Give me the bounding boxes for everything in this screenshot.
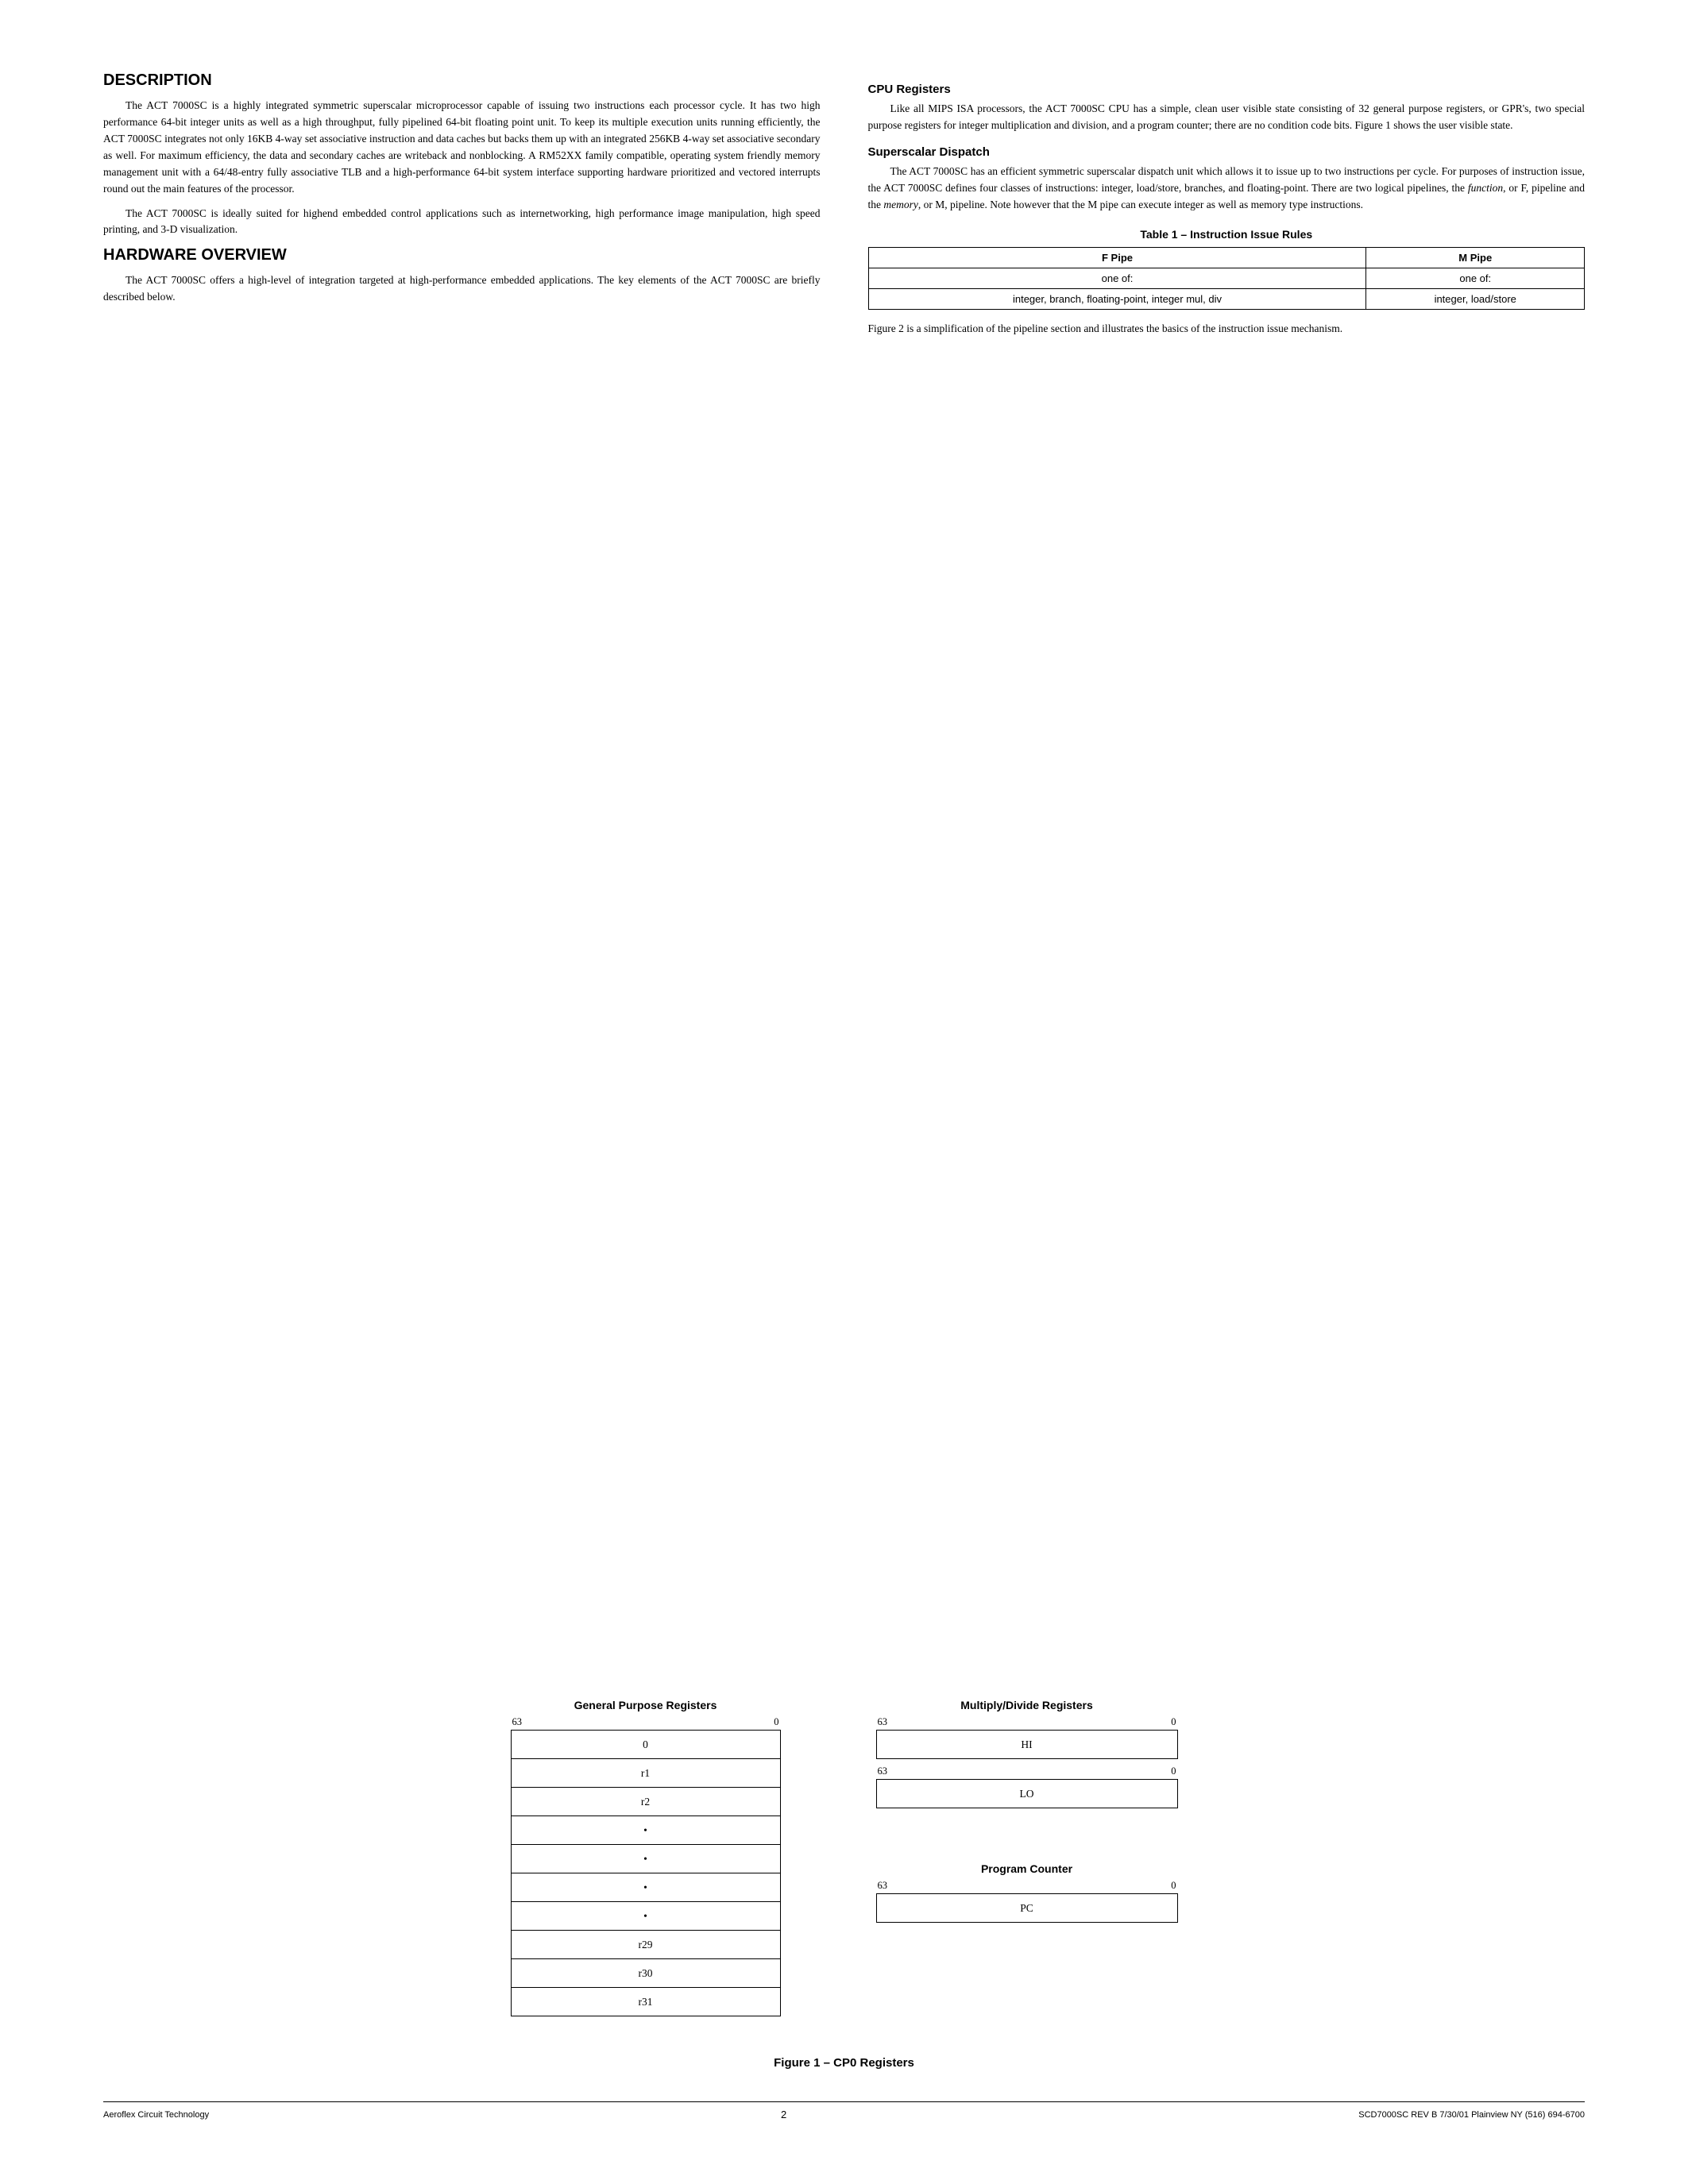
gpr-reg-0: 0 [511, 1731, 780, 1759]
table-row: HI [876, 1731, 1177, 1759]
lo-table: LO [876, 1779, 1178, 1808]
table-row: 0 [511, 1731, 780, 1759]
hi-bit-high: 63 [878, 1716, 888, 1728]
gpr-bit-labels: 63 0 [511, 1716, 781, 1728]
figure-caption: Figure 1 – CP0 Registers [774, 2056, 914, 2070]
pc-table: PC [876, 1893, 1178, 1923]
pc-reg: PC [876, 1894, 1177, 1923]
table-row: one of: one of: [868, 268, 1585, 288]
table-title: Table 1 – Instruction Issue Rules [868, 228, 1586, 241]
table-row: • [511, 1845, 780, 1873]
pc-bit-high: 63 [878, 1880, 888, 1892]
table-cell-fpipe-row1: one of: [868, 268, 1366, 288]
hi-reg: HI [876, 1731, 1177, 1759]
table-row: r30 [511, 1959, 780, 1988]
superscalar-title: Superscalar Dispatch [868, 145, 1586, 159]
superscalar-para: The ACT 7000SC has an efficient symmetri… [868, 164, 1586, 214]
description-title: DESCRIPTION [103, 71, 821, 90]
footer: Aeroflex Circuit Technology 2 SCD7000SC … [103, 2101, 1585, 2120]
gpr-reg-9: r31 [511, 1988, 780, 2016]
gpr-reg-1: r1 [511, 1759, 780, 1788]
page: DESCRIPTION The ACT 7000SC is a highly i… [0, 0, 1688, 2184]
gpr-reg-8: r30 [511, 1959, 780, 1988]
table-row: integer, branch, floating-point, integer… [868, 288, 1585, 309]
table-header-mpipe: M Pipe [1366, 247, 1585, 268]
multiply-divide-group: Multiply/Divide Registers 63 0 HI 63 0 [876, 1699, 1178, 1808]
table-row: • [511, 1873, 780, 1902]
gpr-title: General Purpose Registers [574, 1699, 717, 1711]
table-row: r29 [511, 1931, 780, 1959]
hardware-title: HARDWARE OVERVIEW [103, 246, 821, 264]
gpr-group: General Purpose Registers 63 0 0 r1 r2 •… [511, 1699, 781, 2016]
gpr-reg-6: • [511, 1902, 780, 1931]
pc-bit-labels: 63 0 [876, 1880, 1178, 1892]
lo-reg: LO [876, 1780, 1177, 1808]
gpr-reg-5: • [511, 1873, 780, 1902]
table-cell-mpipe-row1: one of: [1366, 268, 1585, 288]
lo-bit-low: 0 [1171, 1765, 1176, 1777]
program-counter-group: Program Counter 63 0 PC [876, 1862, 1178, 1923]
gpr-bit-low: 0 [774, 1716, 778, 1728]
figure2-note: Figure 2 is a simplification of the pipe… [868, 321, 1586, 338]
hi-table: HI [876, 1730, 1178, 1759]
footer-right: SCD7000SC REV B 7/30/01 Plainview NY (51… [1358, 2110, 1585, 2120]
figure-section: General Purpose Registers 63 0 0 r1 r2 •… [103, 1699, 1585, 2070]
table-row: r2 [511, 1788, 780, 1816]
hardware-para: The ACT 7000SC offers a high-level of in… [103, 272, 821, 306]
table-cell-fpipe-row2: integer, branch, floating-point, integer… [868, 288, 1366, 309]
table-header-fpipe: F Pipe [868, 247, 1366, 268]
gpr-reg-7: r29 [511, 1931, 780, 1959]
main-content: DESCRIPTION The ACT 7000SC is a highly i… [103, 71, 1585, 1659]
footer-center: 2 [781, 2109, 786, 2120]
gpr-reg-3: • [511, 1816, 780, 1845]
right-column: CPU Registers Like all MIPS ISA processo… [868, 71, 1586, 1659]
cpu-registers-title: CPU Registers [868, 83, 1586, 96]
table-row: • [511, 1902, 780, 1931]
table-cell-mpipe-row2: integer, load/store [1366, 288, 1585, 309]
registers-row: General Purpose Registers 63 0 0 r1 r2 •… [103, 1699, 1585, 2016]
right-registers: Multiply/Divide Registers 63 0 HI 63 0 [876, 1699, 1178, 1923]
lo-bit-high: 63 [878, 1765, 888, 1777]
gpr-reg-4: • [511, 1845, 780, 1873]
table-row: r1 [511, 1759, 780, 1788]
gpr-bit-high: 63 [512, 1716, 523, 1728]
hi-bit-labels: 63 0 [876, 1716, 1178, 1728]
footer-left: Aeroflex Circuit Technology [103, 2110, 209, 2120]
left-column: DESCRIPTION The ACT 7000SC is a highly i… [103, 71, 821, 1659]
pc-bit-low: 0 [1171, 1880, 1176, 1892]
table-row: • [511, 1816, 780, 1845]
table-row: r31 [511, 1988, 780, 2016]
multiply-divide-title: Multiply/Divide Registers [960, 1699, 1092, 1711]
lo-bit-labels: 63 0 [876, 1765, 1178, 1777]
cpu-registers-para: Like all MIPS ISA processors, the ACT 70… [868, 101, 1586, 134]
table-row: PC [876, 1894, 1177, 1923]
gpr-reg-2: r2 [511, 1788, 780, 1816]
program-counter-title: Program Counter [981, 1862, 1072, 1875]
hi-bit-low: 0 [1171, 1716, 1176, 1728]
gpr-table: 0 r1 r2 • • • • r29 r30 r31 [511, 1730, 781, 2016]
description-para2: The ACT 7000SC is ideally suited for hig… [103, 206, 821, 239]
description-para1: The ACT 7000SC is a highly integrated sy… [103, 98, 821, 198]
instruction-issue-table: F Pipe M Pipe one of: one of: integer, b… [868, 247, 1586, 310]
table-row: LO [876, 1780, 1177, 1808]
